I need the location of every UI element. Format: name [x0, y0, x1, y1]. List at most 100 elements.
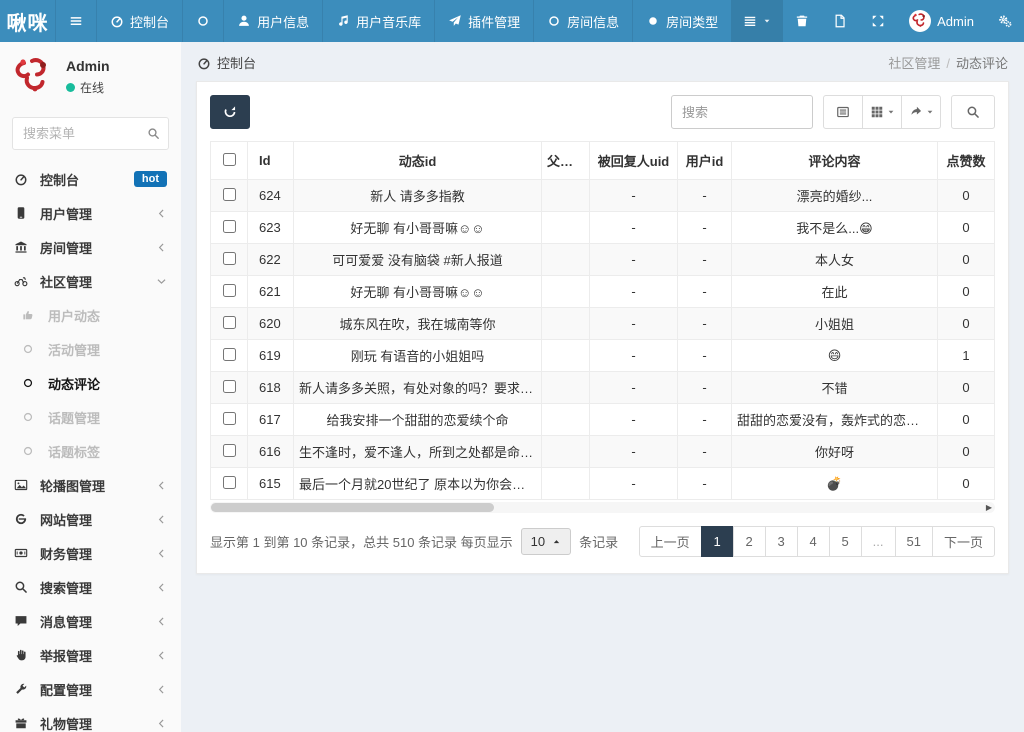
sidebar-item-config-manage[interactable]: 配置管理 [0, 672, 181, 706]
trash-icon [795, 14, 809, 28]
topnav-item-label: 房间信息 [567, 12, 619, 31]
cell-check [211, 436, 248, 468]
toggle-view-button[interactable] [823, 95, 863, 129]
column-header-id: Id [248, 142, 294, 180]
topnav-item-console[interactable]: 控制台 [96, 0, 182, 42]
search-button[interactable] [951, 95, 995, 129]
breadcrumb-section[interactable]: 社区管理 [888, 56, 940, 71]
columns-button[interactable] [862, 95, 902, 129]
cell-parent [542, 244, 590, 276]
page-button[interactable]: 3 [765, 526, 798, 557]
user-menu[interactable]: Admin [897, 0, 986, 42]
topnav-item-plugin-manage[interactable]: 插件管理 [434, 0, 533, 42]
page-button[interactable]: 5 [829, 526, 862, 557]
topnav-item-circle[interactable] [182, 0, 223, 42]
sidebar-search-input[interactable] [12, 117, 169, 150]
sidebar-item-gift-manage[interactable]: 礼物管理 [0, 706, 181, 732]
cell-user_id: - [678, 244, 732, 276]
scrollbar-right-arrow-icon[interactable]: ▶ [986, 502, 992, 513]
table-row: 624新人 请多多指教--漂亮的婚纱...0 [211, 180, 995, 212]
row-checkbox[interactable] [223, 444, 236, 457]
files-button[interactable] [821, 0, 859, 42]
pagination: 上一页12345...51下一页 [639, 526, 995, 557]
row-checkbox[interactable] [223, 316, 236, 329]
table-search-input[interactable] [671, 95, 813, 129]
app-logo[interactable]: 啾咪 [0, 0, 55, 42]
topnav-tools [731, 0, 897, 42]
topnav-item-room-type[interactable]: 房间类型 [632, 0, 731, 42]
circle-o-icon [547, 14, 561, 28]
cell-check [211, 468, 248, 500]
sidebar-subitem-activity-manage[interactable]: 活动管理 [0, 332, 181, 366]
column-header-reply_uid: 被回复人uid [590, 142, 678, 180]
sidebar-item-label: 搜索管理 [40, 578, 92, 597]
page-button[interactable]: 4 [797, 526, 830, 557]
sidebar-subitem-user-moments[interactable]: 用户动态 [0, 298, 181, 332]
sidebar-item-community-manage[interactable]: 社区管理 [0, 264, 181, 298]
cell-user_id: - [678, 212, 732, 244]
breadcrumb-left[interactable]: 控制台 [197, 53, 256, 72]
sidebar-subitem-topic-manage[interactable]: 话题管理 [0, 400, 181, 434]
row-checkbox[interactable] [223, 476, 236, 489]
cell-check [211, 372, 248, 404]
row-checkbox[interactable] [223, 252, 236, 265]
topnav-item-room-info[interactable]: 房间信息 [533, 0, 632, 42]
row-checkbox[interactable] [223, 220, 236, 233]
cell-content: 小姐姐 [732, 308, 938, 340]
sidebar-item-website-manage[interactable]: 网站管理 [0, 502, 181, 536]
horizontal-scrollbar[interactable]: ▶ [210, 502, 995, 513]
sidebar-item-report-manage[interactable]: 举报管理 [0, 638, 181, 672]
cell-user_id: - [678, 372, 732, 404]
row-checkbox[interactable] [223, 284, 236, 297]
sidebar-item-user-manage[interactable]: 用户管理 [0, 196, 181, 230]
circle-o-icon [22, 377, 40, 389]
cell-reply_uid: - [590, 436, 678, 468]
page-button[interactable]: 1 [701, 526, 734, 557]
comments-table: Id动态id父级id被回复人uid用户id评论内容点赞数 624新人 请多多指教… [210, 141, 995, 500]
sidebar-subitem-topic-tags[interactable]: 话题标签 [0, 434, 181, 468]
sidebar-item-label: 轮播图管理 [40, 476, 105, 495]
cell-post: 新人 请多多指教 [294, 180, 542, 212]
cell-post: 刚玩 有语音的小姐姐吗 [294, 340, 542, 372]
trash-button[interactable] [783, 0, 821, 42]
user-icon [237, 14, 251, 28]
sidebar-item-console[interactable]: 控制台hot [0, 162, 181, 196]
page-size-select[interactable]: 10 [521, 528, 571, 555]
export-button[interactable] [901, 95, 941, 129]
scrollbar-thumb[interactable] [211, 503, 494, 512]
online-status-label: 在线 [80, 79, 104, 96]
cell-content: 不错 [732, 372, 938, 404]
sidebar-item-carousel-manage[interactable]: 轮播图管理 [0, 468, 181, 502]
topnav-item-user-info[interactable]: 用户信息 [223, 0, 322, 42]
page-button[interactable]: 下一页 [932, 526, 995, 557]
page-button[interactable]: 2 [733, 526, 766, 557]
cell-reply_uid: - [590, 308, 678, 340]
row-checkbox[interactable] [223, 348, 236, 361]
settings-button[interactable] [986, 0, 1024, 42]
data-panel: Id动态id父级id被回复人uid用户id评论内容点赞数 624新人 请多多指教… [196, 81, 1009, 574]
sidebar-subitem-moment-comments[interactable]: 动态评论 [0, 366, 181, 400]
sidebar-user-status: 在线 [66, 79, 110, 96]
sidebar-item-room-manage[interactable]: 房间管理 [0, 230, 181, 264]
cell-id: 622 [248, 244, 294, 276]
mobile-icon [14, 206, 32, 220]
cell-id: 615 [248, 468, 294, 500]
list-menu-button[interactable] [731, 0, 783, 42]
select-all-checkbox[interactable] [223, 153, 236, 166]
row-checkbox[interactable] [223, 412, 236, 425]
refresh-button[interactable] [210, 95, 250, 129]
sidebar-item-label: 礼物管理 [40, 714, 92, 732]
sidebar-item-finance-manage[interactable]: 财务管理 [0, 536, 181, 570]
wrench-icon [14, 682, 32, 696]
cell-content: 你好呀 [732, 436, 938, 468]
sidebar-item-search-manage[interactable]: 搜索管理 [0, 570, 181, 604]
page-button[interactable]: 上一页 [639, 526, 702, 557]
cell-parent [542, 404, 590, 436]
sidebar-item-message-manage[interactable]: 消息管理 [0, 604, 181, 638]
page-button[interactable]: 51 [895, 526, 933, 557]
topnav-item-sidebar-toggle[interactable] [55, 0, 96, 42]
fullscreen-button[interactable] [859, 0, 897, 42]
topnav-item-user-music[interactable]: 用户音乐库 [322, 0, 434, 42]
row-checkbox[interactable] [223, 188, 236, 201]
row-checkbox[interactable] [223, 380, 236, 393]
